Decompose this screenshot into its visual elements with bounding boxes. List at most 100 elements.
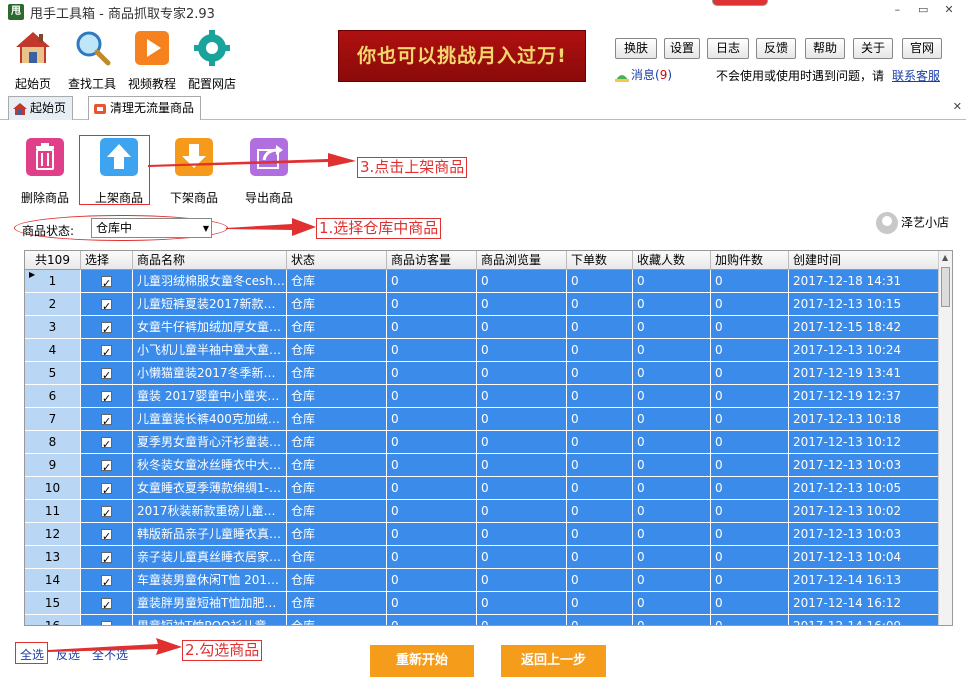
row-checkbox[interactable] [101,388,112,407]
toolbar-home-button[interactable]: 起始页 [2,28,64,92]
maximize-button[interactable]: ▭ [912,3,934,16]
row-checkbox[interactable] [101,618,112,625]
header-cart[interactable]: 加购件数 [711,251,789,270]
vertical-scrollbar[interactable]: ▲ [938,251,952,625]
pageviews-cell: 0 [477,408,567,431]
row-checkbox[interactable] [101,273,112,292]
pageviews-cell: 0 [477,293,567,316]
help-button[interactable]: 帮助 [805,38,845,59]
table-row[interactable]: 7儿童童装长裤400克加绒…仓库000002017-12-13 10:18 [25,408,939,431]
floating-widget-tab[interactable] [712,0,768,6]
promo-banner[interactable]: 你也可以挑战月入过万! [338,30,586,82]
visitors-cell: 0 [387,477,477,500]
header-created-time[interactable]: 创建时间 [789,251,939,270]
table-row[interactable]: 1儿童羽绒棉服女童冬cesh…仓库000002017-12-18 14:31▶ [25,270,939,293]
visitors-cell: 0 [387,362,477,385]
delete-products-button[interactable]: 删除商品 [15,138,75,206]
scrollbar-thumb[interactable] [941,267,950,307]
row-checkbox-cell [81,546,133,569]
header-visitors[interactable]: 商品访客量 [387,251,477,270]
table-row[interactable]: 6童装 2017婴童中小童夹…仓库000002017-12-19 12:37 [25,385,939,408]
row-checkbox[interactable] [101,503,112,522]
header-orders[interactable]: 下单数 [567,251,633,270]
close-button[interactable]: ✕ [938,3,960,16]
header-product-name[interactable]: 商品名称 [133,251,287,270]
pageviews-cell: 0 [477,592,567,615]
select-all-link[interactable]: 全选 [20,646,44,663]
row-checkbox[interactable] [101,365,112,384]
delist-products-button[interactable]: 下架商品 [164,138,224,206]
table-row[interactable]: 5小懒猫童装2017冬季新…仓库000002017-12-19 13:41 [25,362,939,385]
restart-button[interactable]: 重新开始 [370,645,474,677]
table-row[interactable]: 10女童睡衣夏季薄款绵绸1-…仓库000002017-12-13 10:05 [25,477,939,500]
row-number: 15 [25,592,81,615]
row-checkbox[interactable] [101,296,112,315]
website-button[interactable]: 官网 [902,38,942,59]
minimize-button[interactable]: – [886,3,908,16]
log-button[interactable]: 日志 [707,38,749,59]
table-row[interactable]: 8夏季男女童背心汗衫童装…仓库000002017-12-13 10:12 [25,431,939,454]
table-row[interactable]: 9秋冬装女童冰丝睡衣中大…仓库000002017-12-13 10:03 [25,454,939,477]
favorites-cell: 0 [633,431,711,454]
store-info: 泽艺小店 [876,212,949,234]
row-checkbox[interactable] [101,457,112,476]
product-name-cell: 女童牛仔裤加绒加厚女童… [133,316,287,339]
toolbar-config-store-button[interactable]: 配置网店 [181,28,243,92]
toolbar-video-button[interactable]: 视频教程 [121,28,183,92]
app-logo-icon: 甩 [8,4,24,20]
cart-cell: 0 [711,316,789,339]
table-row[interactable]: 16男童短袖T恤POO衫儿童…仓库000002017-12-14 16:09 [25,615,939,625]
cart-cell: 0 [711,615,789,625]
created-time-cell: 2017-12-13 10:15 [789,293,939,316]
table-row[interactable]: 3女童牛仔裤加绒加厚女童…仓库000002017-12-15 18:42 [25,316,939,339]
toolbar-home-label: 起始页 [14,77,51,91]
export-products-button[interactable]: 导出商品 [239,138,299,206]
table-row[interactable]: 14车童装男童休闲T恤 201…仓库000002017-12-14 16:13 [25,569,939,592]
row-checkbox[interactable] [101,434,112,453]
chevron-down-icon: ▼ [202,224,209,233]
table-row[interactable]: 15童装胖男童短袖T恤加肥…仓库000002017-12-14 16:12 [25,592,939,615]
table-row[interactable]: 4小飞机儿童半袖中童大童…仓库000002017-12-13 10:24 [25,339,939,362]
row-checkbox[interactable] [101,319,112,338]
table-row[interactable]: 12韩版新品亲子儿童睡衣真…仓库000002017-12-13 10:03 [25,523,939,546]
scroll-up-icon[interactable]: ▲ [942,253,948,262]
row-checkbox[interactable] [101,411,112,430]
table-row[interactable]: 2儿童短裤夏装2017新款…仓库000002017-12-13 10:15 [25,293,939,316]
gear-icon [194,30,230,66]
row-checkbox-cell [81,592,133,615]
messages-link[interactable]: 消息(9) [615,66,672,83]
back-step-button[interactable]: 返回上一步 [501,645,606,677]
table-row[interactable]: 112017秋装新款重磅儿童…仓库000002017-12-13 10:02 [25,500,939,523]
row-checkbox[interactable] [101,480,112,499]
status-cell: 仓库 [287,339,387,362]
feedback-button[interactable]: 反馈 [756,38,796,59]
table-row[interactable]: 13亲子装儿童真丝睡衣居家…仓库000002017-12-13 10:04 [25,546,939,569]
header-favorites[interactable]: 收藏人数 [633,251,711,270]
status-cell: 仓库 [287,523,387,546]
header-status[interactable]: 状态 [287,251,387,270]
pageviews-cell: 0 [477,615,567,625]
toolbar-find-tools-button[interactable]: 查找工具 [61,28,123,92]
favorites-cell: 0 [633,615,711,625]
header-select[interactable]: 选择 [81,251,133,270]
skin-button[interactable]: 换肤 [615,38,657,59]
product-name-cell: 小飞机儿童半袖中童大童… [133,339,287,362]
row-checkbox[interactable] [101,572,112,591]
about-button[interactable]: 关于 [853,38,893,59]
row-checkbox[interactable] [101,342,112,361]
header-pageviews[interactable]: 商品浏览量 [477,251,567,270]
close-tab-button[interactable]: ✕ [953,100,962,113]
tab-home[interactable]: 起始页 [8,96,74,120]
row-checkbox[interactable] [101,549,112,568]
orders-cell: 0 [567,569,633,592]
contact-support-link[interactable]: 联系客服 [892,67,940,84]
row-checkbox[interactable] [101,526,112,545]
annotation-step3: 3.点击上架商品 [357,157,468,178]
tab-clean-products[interactable]: 清理无流量商品 [88,96,202,121]
status-cell: 仓库 [287,270,387,293]
status-filter-select[interactable]: 仓库中 ▼ [91,218,212,238]
row-checkbox[interactable] [101,595,112,614]
cart-cell: 0 [711,293,789,316]
settings-button[interactable]: 设置 [664,38,700,59]
row-checkbox-cell [81,569,133,592]
